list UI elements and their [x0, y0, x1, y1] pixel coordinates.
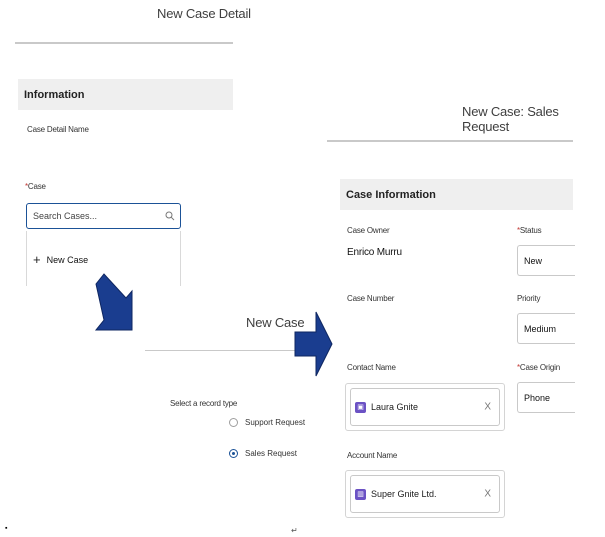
- account-pill: ▥ Super Gnite Ltd. X: [350, 475, 500, 513]
- support-request-radio[interactable]: [229, 418, 238, 427]
- record-type-option-support[interactable]: Support Request: [229, 418, 305, 427]
- account-name-lookup[interactable]: ▥ Super Gnite Ltd. X: [345, 470, 505, 518]
- contact-remove-icon[interactable]: X: [484, 402, 491, 413]
- case-origin-label-text: Case Origin: [519, 363, 560, 372]
- sales-request-radio[interactable]: [229, 449, 238, 458]
- diagonal-arrow-icon: [94, 273, 133, 331]
- panel1-title-rule: [15, 42, 233, 44]
- record-type-prompt: Select a record type: [170, 399, 238, 408]
- contact-name-value: Laura Gnite: [371, 402, 419, 412]
- contact-icon: ▣: [355, 401, 366, 413]
- contact-name-lookup[interactable]: ▣ Laura Gnite X: [345, 383, 505, 431]
- new-case-option-label: New Case: [46, 254, 89, 265]
- status-label-text: Status: [519, 226, 542, 235]
- record-type-option-sales[interactable]: Sales Request: [229, 449, 297, 458]
- case-detail-name-label: Case Detail Name: [27, 125, 89, 134]
- account-remove-icon[interactable]: X: [484, 489, 491, 500]
- panel3-title-rule: [327, 140, 573, 142]
- sales-request-label: Sales Request: [245, 449, 298, 458]
- return-mark: ↵: [291, 526, 298, 535]
- right-arrow-icon: [294, 311, 333, 377]
- case-owner-label: Case Owner: [347, 226, 390, 235]
- case-field-label-text: Case: [27, 182, 46, 191]
- account-name-label: Account Name: [347, 451, 398, 460]
- panel3-section-header: Case Information: [340, 179, 573, 210]
- case-origin-label: *Case Origin: [517, 363, 560, 372]
- list-bullet: ▪: [5, 525, 8, 532]
- panel3-title: New Case: Sales Request: [462, 104, 559, 134]
- case-owner-value: Enrico Murru: [347, 247, 402, 258]
- panel2-title-rule: [145, 350, 295, 351]
- status-label: *Status: [517, 226, 542, 235]
- case-search-input[interactable]: Search Cases...: [26, 203, 181, 229]
- priority-select[interactable]: Medium: [517, 313, 575, 344]
- account-icon: ▥: [355, 488, 366, 500]
- support-request-label: Support Request: [245, 418, 306, 427]
- case-number-label: Case Number: [347, 294, 395, 303]
- case-field-label: *Case: [25, 182, 46, 191]
- panel1-section-header: Information: [18, 79, 233, 110]
- priority-label: Priority: [517, 294, 541, 303]
- contact-name-label: Contact Name: [347, 363, 396, 372]
- contact-pill: ▣ Laura Gnite X: [350, 388, 500, 426]
- status-select[interactable]: New: [517, 245, 575, 276]
- case-origin-select[interactable]: Phone: [517, 382, 575, 413]
- plus-icon: +: [33, 252, 41, 267]
- search-icon: [165, 211, 175, 221]
- panel1-title: New Case Detail: [157, 6, 251, 21]
- new-case-option[interactable]: + New Case: [33, 253, 88, 266]
- case-search-placeholder: Search Cases...: [33, 211, 98, 221]
- account-name-value: Super Gnite Ltd.: [371, 489, 437, 499]
